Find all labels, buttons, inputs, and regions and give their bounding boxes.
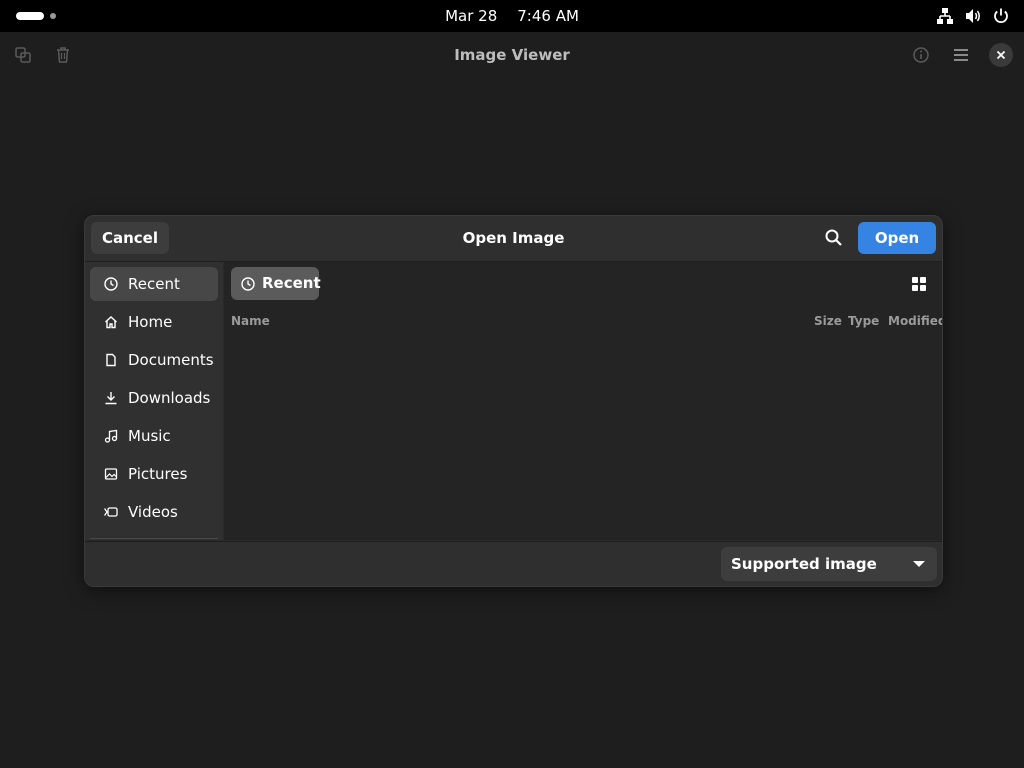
power-icon [994,8,1008,23]
sidebar-item-label: Pictures [128,465,188,483]
search-icon[interactable] [824,228,844,248]
home-icon [105,316,117,329]
download-icon [105,392,117,405]
filter-label: Supported image formats [731,555,877,573]
column-header-modified[interactable]: Modified [888,314,942,328]
volume-icon [966,9,980,23]
sidebar-item-recent[interactable]: Recent [90,267,218,301]
sidebar-item-videos[interactable]: Videos [90,495,218,529]
close-button[interactable] [989,43,1013,67]
info-icon[interactable] [911,45,931,65]
sidebar-item-documents[interactable]: Documents [90,343,218,377]
chevron-down-icon [913,561,925,567]
dialog-header: Open Image Cancel Open [85,216,942,262]
sidebar-item-label: Downloads [128,389,211,407]
music-icon [104,429,118,443]
column-header-type[interactable]: Type [848,314,879,328]
sidebar-item-label: Videos [128,503,178,521]
file-type-filter-dropdown[interactable]: Supported image formats [721,547,937,581]
app-header-bar: Image Viewer [0,32,1024,78]
clock-icon [241,277,255,291]
cancel-button[interactable]: Cancel [91,222,169,254]
close-icon [996,50,1006,60]
sidebar-item-label: Documents [128,351,214,369]
column-header-size[interactable]: Size [814,314,842,328]
time-label: 7:46 AM [517,7,579,25]
column-headers: Name Size Type Modified [224,314,942,334]
location-chip-recent[interactable]: Recent [231,267,321,300]
copy-icon[interactable] [13,45,33,65]
column-header-name[interactable]: Name [231,314,270,328]
places-sidebar: Recent Home Documents Downloads Music Pi… [85,262,223,540]
grid-view-icon[interactable] [912,277,926,291]
sidebar-item-label: Music [128,427,171,445]
sidebar-divider [90,538,218,539]
sidebar-item-label: Home [128,313,173,331]
document-icon [106,353,116,367]
menu-icon[interactable] [951,45,971,65]
sidebar-item-pictures[interactable]: Pictures [90,457,218,491]
open-image-dialog: Open Image Cancel Open Recent Home Docum [84,215,943,587]
network-icon [937,8,953,24]
date-label: Mar 28 [445,7,498,25]
clock[interactable]: Mar 28 7:46 AM [0,0,1024,32]
open-button[interactable]: Open [858,222,936,254]
system-tray[interactable] [936,7,1010,25]
sidebar-item-downloads[interactable]: Downloads [90,381,218,415]
app-title: Image Viewer [454,46,570,64]
clock-icon [104,277,118,291]
dialog-title: Open Image [462,229,565,247]
trash-icon[interactable] [53,45,73,65]
sidebar-item-home[interactable]: Home [90,305,218,339]
file-list-area[interactable]: Recent Name Size Type Modified [224,262,942,540]
location-label: Recent [262,274,321,292]
video-icon [104,507,118,517]
sidebar-item-label: Recent [128,275,180,293]
dialog-footer: Supported image formats [85,541,942,586]
system-top-bar: Mar 28 7:46 AM [0,0,1024,32]
sidebar-item-music[interactable]: Music [90,419,218,453]
picture-icon [104,468,118,480]
